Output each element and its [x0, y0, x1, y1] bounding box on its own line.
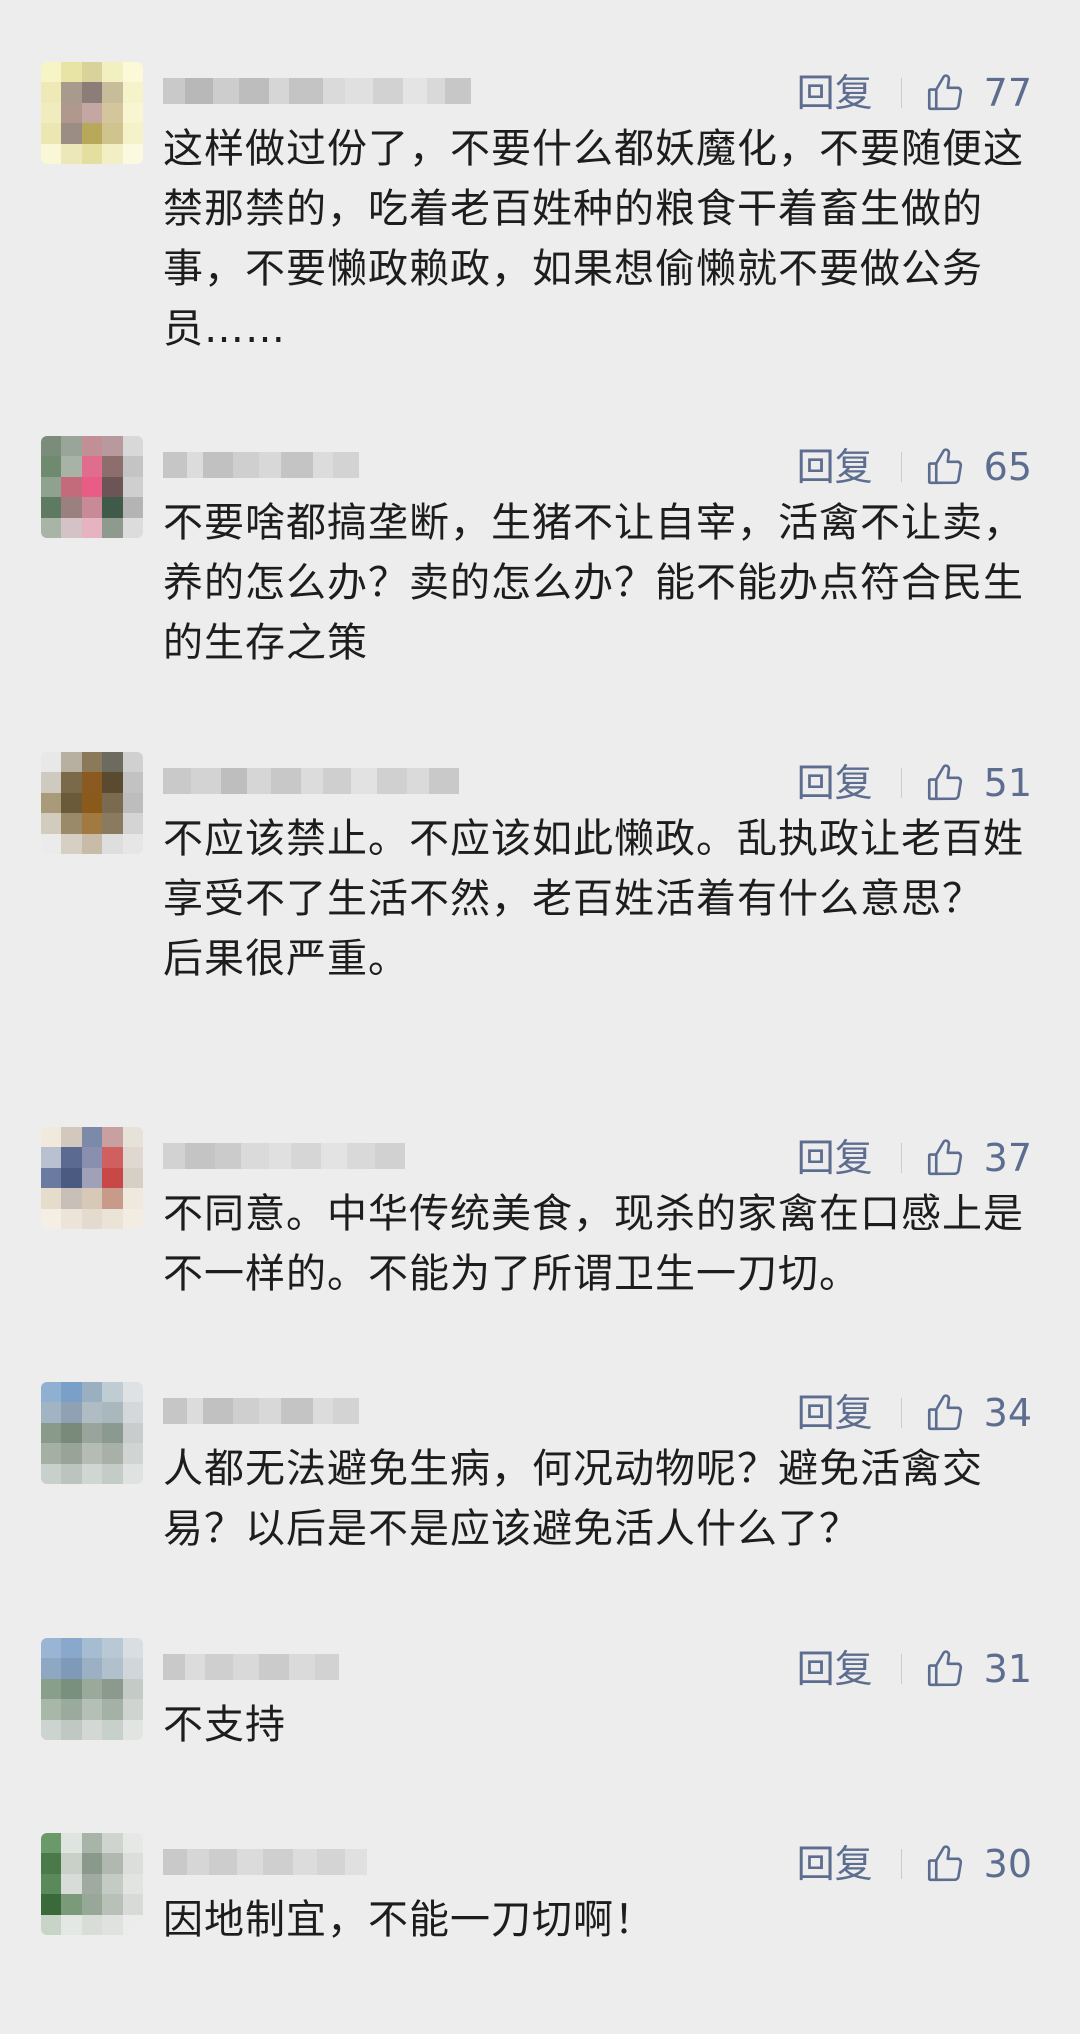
comment-text: 因地制宜，不能一刀切啊！: [163, 1897, 655, 1943]
comment-text: 人都无法避免生病，何况动物呢？避免活禽交易？以后是不是应该避免活人什么了？: [163, 1446, 983, 1552]
action-divider: [900, 1849, 902, 1879]
reply-button[interactable]: 回复: [797, 1646, 873, 1692]
action-divider: [900, 1143, 902, 1173]
reply-button[interactable]: 回复: [797, 1390, 873, 1436]
comment-text: 不同意。中华传统美食，现杀的家禽在口感上是不一样的。不能为了所谓卫生一刀切。: [163, 1191, 1024, 1297]
avatar[interactable]: [41, 1833, 143, 1935]
like-button[interactable]: 51: [924, 760, 1032, 806]
thumbs-up-icon: [924, 762, 984, 804]
like-count: 51: [983, 761, 1032, 805]
thumbs-up-icon: [924, 1843, 984, 1885]
like-count: 37: [983, 1136, 1032, 1180]
comment-text: 这样做过份了，不要什么都妖魔化，不要随便这禁那禁的，吃着老百姓种的粮食干着畜生做…: [163, 126, 1024, 352]
thumbs-up-icon: [924, 72, 984, 114]
action-divider: [900, 1654, 902, 1684]
action-divider: [900, 768, 902, 798]
username-blurred[interactable]: [163, 768, 459, 794]
avatar[interactable]: [41, 1127, 143, 1229]
like-count: 31: [983, 1647, 1032, 1691]
reply-button[interactable]: 回复: [797, 1135, 873, 1181]
comment-actions: 回复 77: [797, 70, 1032, 116]
thumbs-up-icon: [924, 1392, 984, 1434]
avatar[interactable]: [41, 1382, 143, 1484]
username-blurred[interactable]: [163, 1654, 339, 1680]
reply-button[interactable]: 回复: [797, 760, 873, 806]
like-button[interactable]: 77: [924, 70, 1032, 116]
like-button[interactable]: 34: [924, 1390, 1032, 1436]
username-blurred[interactable]: [163, 1398, 359, 1424]
comment-text: 不要啥都搞垄断，生猪不让自宰，活禽不让卖，养的怎么办？卖的怎么办？能不能办点符合…: [163, 500, 1024, 666]
action-divider: [900, 78, 902, 108]
like-count: 34: [983, 1391, 1032, 1435]
reply-button[interactable]: 回复: [797, 444, 873, 490]
username-blurred[interactable]: [163, 78, 471, 104]
like-count: 65: [983, 445, 1032, 489]
action-divider: [900, 1398, 902, 1428]
comment-actions: 回复 31: [797, 1646, 1032, 1692]
username-blurred[interactable]: [163, 1143, 405, 1169]
reply-button[interactable]: 回复: [797, 70, 873, 116]
username-blurred[interactable]: [163, 452, 359, 478]
thumbs-up-icon: [924, 1137, 984, 1179]
comment-text: 不支持: [163, 1702, 286, 1748]
comment-actions: 回复 37: [797, 1135, 1032, 1181]
like-count: 77: [983, 71, 1032, 115]
avatar[interactable]: [41, 752, 143, 854]
thumbs-up-icon: [924, 1648, 984, 1690]
like-button[interactable]: 31: [924, 1646, 1032, 1692]
like-button[interactable]: 65: [924, 444, 1032, 490]
avatar[interactable]: [41, 62, 143, 164]
action-divider: [900, 452, 902, 482]
username-blurred[interactable]: [163, 1849, 367, 1875]
avatar[interactable]: [41, 436, 143, 538]
reply-button[interactable]: 回复: [797, 1841, 873, 1887]
comment-actions: 回复 34: [797, 1390, 1032, 1436]
comment-text: 不应该禁止。不应该如此懒政。乱执政让老百姓享受不了生活不然，老百姓活着有什么意思…: [163, 816, 1024, 982]
comment-actions: 回复 65: [797, 444, 1032, 490]
comment-actions: 回复 30: [797, 1841, 1032, 1887]
like-button[interactable]: 37: [924, 1135, 1032, 1181]
avatar[interactable]: [41, 1638, 143, 1740]
like-button[interactable]: 30: [924, 1841, 1032, 1887]
thumbs-up-icon: [924, 446, 984, 488]
comment-actions: 回复 51: [797, 760, 1032, 806]
like-count: 30: [983, 1842, 1032, 1886]
